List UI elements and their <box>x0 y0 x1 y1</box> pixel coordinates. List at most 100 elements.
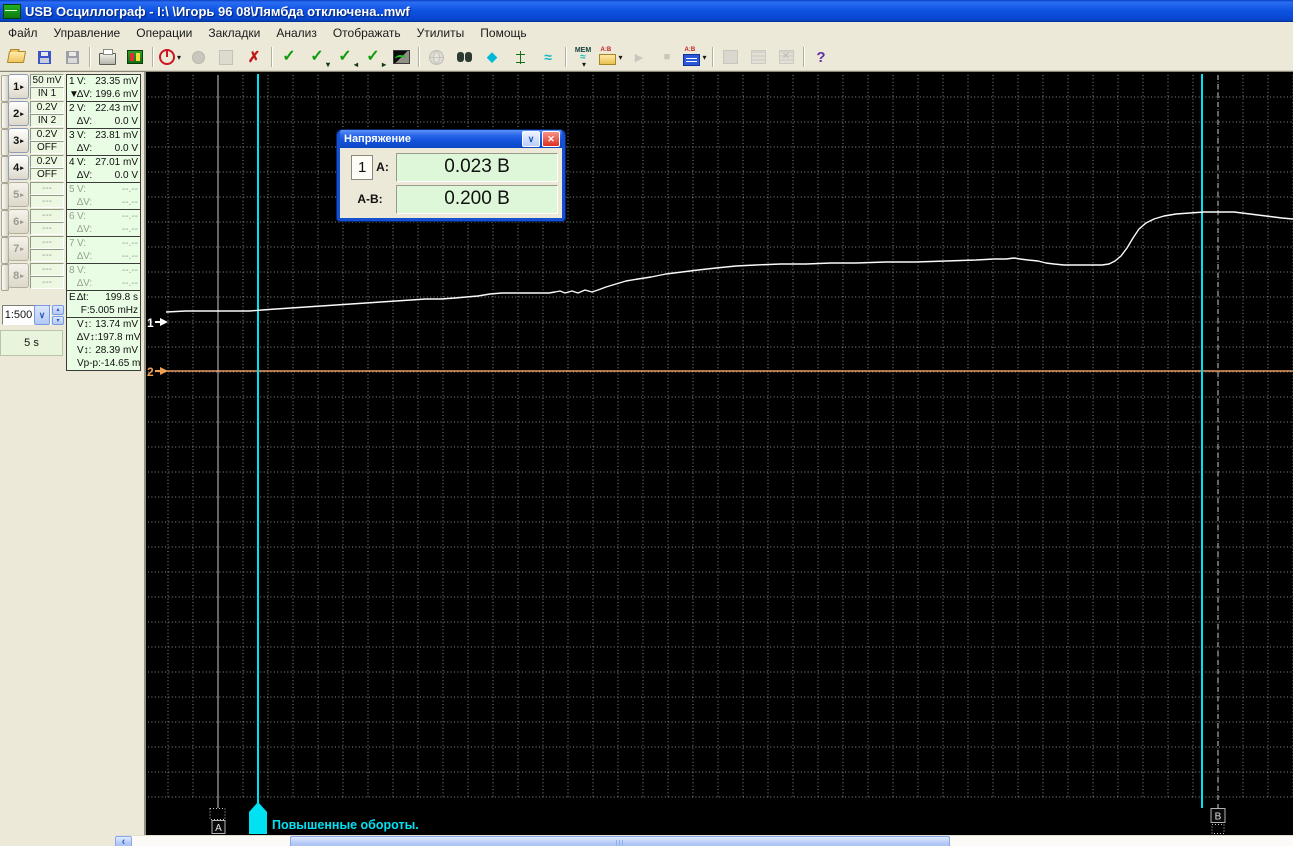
toolbar-separator <box>271 47 272 67</box>
open-file-button[interactable] <box>2 45 30 69</box>
channel-1-arrow-icon <box>155 318 168 326</box>
channel-2-range[interactable]: 0.2V <box>30 101 64 114</box>
start-stop-button[interactable]: ▾ <box>156 45 184 69</box>
signal-view-button[interactable]: ≈ <box>534 45 562 69</box>
save-button[interactable] <box>30 45 58 69</box>
channel-5-range[interactable]: --- <box>30 182 64 195</box>
cursor-b-handle[interactable] <box>1212 825 1224 834</box>
channel-1-range[interactable]: 50 mV <box>30 74 64 87</box>
channel-8-button[interactable]: 8▸ <box>8 263 29 288</box>
channel-3-range[interactable]: 0.2V <box>30 128 64 141</box>
wave-icon: ≈ <box>544 49 552 65</box>
channel-1-input[interactable]: IN 1 <box>30 87 64 100</box>
measure-menu-button[interactable]: ✓▾ <box>303 45 331 69</box>
save-fragment-button <box>212 45 240 69</box>
chevron-down-icon[interactable]: ∨ <box>34 305 50 325</box>
channel-5-measurements: 5V:--.--∆V:--.-- <box>67 183 140 210</box>
search-button[interactable] <box>450 45 478 69</box>
close-icon[interactable]: ✕ <box>542 131 560 147</box>
voltage-popup-titlebar[interactable]: Напряжение ∨ ✕ <box>340 130 562 148</box>
macro-open-button[interactable]: ▾ <box>597 45 625 69</box>
menu-item-help[interactable]: Помощь <box>472 23 534 43</box>
channel-2-button[interactable]: 2▸ <box>8 101 29 126</box>
measurement-line: ∆V:--.-- <box>67 250 140 263</box>
scrollbar-track[interactable]: ‹ <box>115 835 1293 846</box>
delete-marks-button[interactable]: ✗ <box>240 45 268 69</box>
scroll-left-arrow-icon[interactable]: ‹ <box>115 836 132 846</box>
menu-item-utilities[interactable]: Утилиты <box>409 23 473 43</box>
grid-panel-icon <box>751 50 766 64</box>
measurement-line: 6V:--.-- <box>67 210 140 223</box>
cursor-a-label: A <box>215 823 222 834</box>
row-a-label: A: <box>376 160 389 174</box>
channel-7-range[interactable]: --- <box>30 236 64 249</box>
channel-7-button[interactable]: 7▸ <box>8 236 29 261</box>
channel-5-button[interactable]: 5▸ <box>8 182 29 207</box>
macro-stop-icon: ■ <box>664 51 671 63</box>
device-panel-button[interactable] <box>121 45 149 69</box>
channel-4-input[interactable]: OFF <box>30 168 64 181</box>
spin-up-icon[interactable]: ▴ <box>52 305 64 315</box>
window-title: USB Осциллограф - I:\ \Игорь 96 08\Лямбд… <box>25 4 410 19</box>
channel-4-measurements: 4V:27.01 mV∆V:0.0 V <box>67 156 140 183</box>
menu-item-control[interactable]: Управление <box>46 23 129 43</box>
display-mode-button[interactable] <box>387 45 415 69</box>
voltage-popup-body: 1 A: 0.023 В А-В: 0.200 В <box>340 148 562 218</box>
menu-item-bookmarks[interactable]: Закладки <box>200 23 268 43</box>
channel-8-range[interactable]: --- <box>30 263 64 276</box>
macro-play-button: ▶ <box>625 45 653 69</box>
zoom-ratio-select[interactable]: 1:500 ∨ <box>2 305 51 325</box>
channel-1-marker[interactable]: 1 <box>147 316 154 330</box>
measurement-line: V↕:28.39 mV <box>67 344 140 357</box>
measure-on-button[interactable]: ✓ <box>275 45 303 69</box>
channel-sidebar: 1:500 ∨ ▴ ▾ 5 s 1▸50 mVIN 12▸0.2VIN 23▸0… <box>0 72 146 835</box>
channel-6-button[interactable]: 6▸ <box>8 209 29 234</box>
channel-4-range[interactable]: 0.2V <box>30 155 64 168</box>
print-button[interactable] <box>93 45 121 69</box>
channel-3-input[interactable]: OFF <box>30 141 64 154</box>
bookmark-marks-button[interactable]: ◆ <box>478 45 506 69</box>
macro-window-button[interactable]: ▾ <box>681 45 709 69</box>
toolbar-separator <box>803 47 804 67</box>
cursor-statistics: V↕:13.74 mV∆V↕:197.8 mVV↕:28.39 mVVp-p:-… <box>67 318 140 370</box>
memory-button[interactable]: MEM≈▾ <box>569 45 597 69</box>
menu-item-operations[interactable]: Операции <box>128 23 200 43</box>
levels-button[interactable] <box>506 45 534 69</box>
channel-4-button[interactable]: 4▸ <box>8 155 29 180</box>
help-button[interactable]: ? <box>807 45 835 69</box>
chevron-down-icon[interactable]: ∨ <box>522 131 540 147</box>
toolbar-separator <box>565 47 566 67</box>
check-left-icon: ✓ <box>338 49 351 65</box>
record-button <box>184 45 212 69</box>
voltage-popup: Напряжение ∨ ✕ 1 A: 0.023 В А-В: <box>337 130 565 221</box>
measurement-line: Vp-p:-14.65 mV <box>67 357 140 370</box>
channel-2-marker[interactable]: 2 <box>147 365 154 379</box>
bookmark-flag-icon[interactable] <box>249 802 267 834</box>
scrollbar-thumb[interactable] <box>290 836 950 846</box>
measurement-line: ∆V:0.0 V <box>67 142 140 155</box>
channel-7-input[interactable]: --- <box>30 249 64 262</box>
channel-5-input[interactable]: --- <box>30 195 64 208</box>
spin-down-icon[interactable]: ▾ <box>52 316 64 326</box>
channel-1-button[interactable]: 1▸ <box>8 74 29 99</box>
menu-bar: ФайлУправлениеОперацииЗакладкиАнализОтоб… <box>0 22 1293 44</box>
app-window: USB Осциллограф - I:\ \Игорь 96 08\Лямбд… <box>0 0 1293 846</box>
channel-6-measurements: 6V:--.--∆V:--.-- <box>67 210 140 237</box>
measurement-line: 4V:27.01 mV <box>67 156 140 169</box>
channel-6-range[interactable]: --- <box>30 209 64 222</box>
channel-3-button[interactable]: 3▸ <box>8 128 29 153</box>
record-icon <box>192 51 205 64</box>
channel-6-input[interactable]: --- <box>30 222 64 235</box>
measure-next-button[interactable]: ✓▸ <box>359 45 387 69</box>
clipboard-icon <box>219 50 233 65</box>
menu-item-file[interactable]: Файл <box>0 23 46 43</box>
channel-8-input[interactable]: --- <box>30 276 64 289</box>
measure-prev-button[interactable]: ✓◂ <box>331 45 359 69</box>
menu-item-view[interactable]: Отображать <box>325 23 409 43</box>
panel-grid-button <box>744 45 772 69</box>
menu-item-analysis[interactable]: Анализ <box>268 23 325 43</box>
cursor-a-handle[interactable] <box>210 809 225 820</box>
channel-2-input[interactable]: IN 2 <box>30 114 64 127</box>
save-all-icon <box>66 51 79 64</box>
scope-display: ABПовышенные обороты.12 Напряжение ∨ ✕ 1… <box>146 72 1293 835</box>
